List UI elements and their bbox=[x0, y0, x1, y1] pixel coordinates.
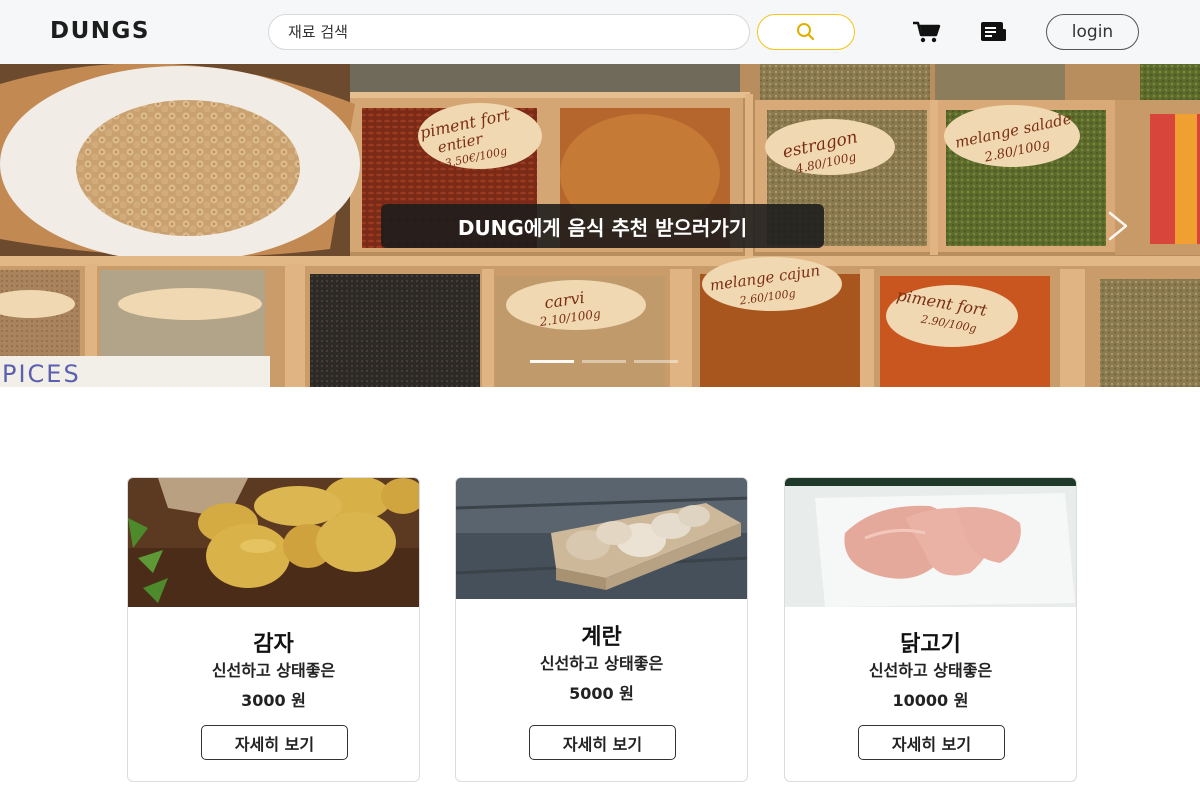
product-card-chicken: 닭고기 신선하고 상태좋은 10000 원 자세히 보기 bbox=[784, 477, 1077, 782]
view-details-button[interactable]: 자세히 보기 bbox=[529, 725, 676, 760]
search-input[interactable] bbox=[268, 14, 750, 50]
product-image-chicken bbox=[785, 478, 1076, 607]
product-name: 감자 bbox=[253, 632, 294, 657]
carousel-dot[interactable] bbox=[582, 360, 626, 363]
search-button[interactable] bbox=[757, 14, 855, 50]
view-details-button[interactable]: 자세히 보기 bbox=[201, 725, 348, 760]
recommend-cta-button[interactable]: DUNG에게 음식 추천 받으러가기 bbox=[381, 204, 824, 248]
product-name: 닭고기 bbox=[900, 632, 961, 657]
product-description: 신선하고 상태좋은 bbox=[868, 661, 993, 680]
receipt-icon[interactable] bbox=[979, 20, 1009, 44]
product-price: 5000 원 bbox=[569, 684, 634, 703]
brand-logo[interactable]: DUNGS bbox=[50, 18, 150, 44]
hero-carousel[interactable]: piment fort entier 3,50€/100g estragon 4… bbox=[0, 64, 1200, 387]
carousel-dot[interactable] bbox=[634, 360, 678, 363]
spices-sign-text: PICES bbox=[2, 360, 81, 387]
cart-icon[interactable] bbox=[912, 20, 942, 44]
product-price: 3000 원 bbox=[241, 691, 306, 710]
search-icon bbox=[797, 23, 815, 41]
carousel-indicators bbox=[530, 360, 678, 363]
product-image-egg bbox=[456, 478, 747, 599]
product-description: 신선하고 상태좋은 bbox=[211, 661, 336, 680]
login-button[interactable]: login bbox=[1046, 14, 1139, 50]
carousel-dot[interactable] bbox=[530, 360, 574, 363]
product-image-potato bbox=[128, 478, 419, 607]
product-name: 계란 bbox=[581, 625, 622, 650]
product-card-egg: 계란 신선하고 상태좋은 5000 원 자세히 보기 bbox=[455, 477, 748, 782]
view-details-button[interactable]: 자세히 보기 bbox=[858, 725, 1005, 760]
product-description: 신선하고 상태좋은 bbox=[539, 654, 664, 673]
product-card-potato: 감자 신선하고 상태좋은 3000 원 자세히 보기 bbox=[127, 477, 420, 782]
product-price: 10000 원 bbox=[892, 691, 969, 710]
chevron-right-icon[interactable] bbox=[1100, 209, 1134, 243]
top-navbar: DUNGS login bbox=[0, 0, 1200, 64]
